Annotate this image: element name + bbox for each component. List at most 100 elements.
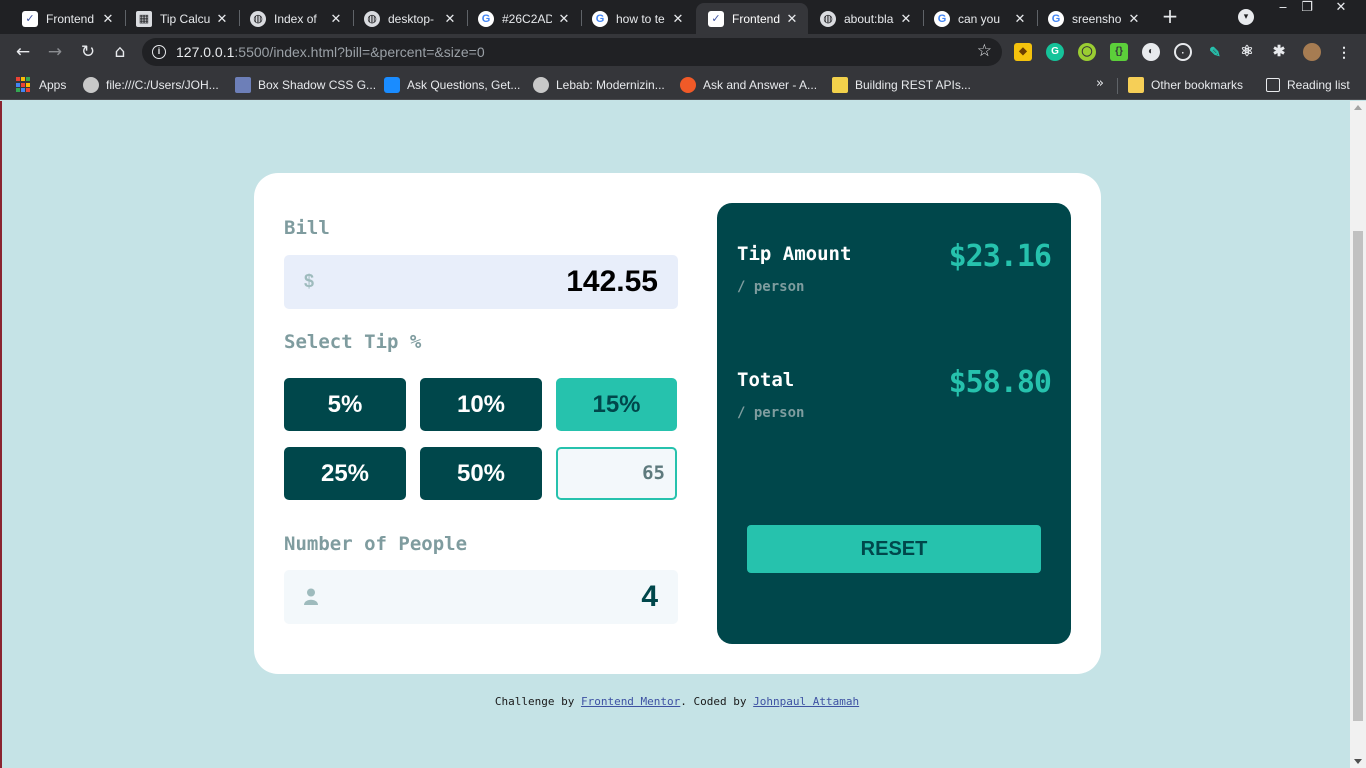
- grammarly-icon[interactable]: G: [1046, 43, 1064, 61]
- scrollbar-thumb[interactable]: [1353, 231, 1363, 721]
- total-label: Total: [737, 369, 795, 391]
- tab-index-of[interactable]: ◍ Index of ✕: [238, 3, 352, 34]
- tab-title: can you: [958, 11, 1001, 26]
- people-input[interactable]: 4: [284, 570, 678, 624]
- attribution: Challenge by Frontend Mentor. Coded by J…: [2, 695, 1352, 708]
- close-icon[interactable]: ✕: [898, 11, 914, 27]
- menu-kebab-icon[interactable]: ⋮: [1335, 43, 1353, 61]
- close-icon[interactable]: ✕: [1012, 11, 1028, 27]
- calculator-card: Bill $ 142.55 Select Tip % 5% 10% 15% 25…: [254, 173, 1101, 674]
- color-picker-icon[interactable]: ✎: [1206, 43, 1224, 61]
- tip-button-25[interactable]: 25%: [284, 447, 406, 500]
- select-tip-label: Select Tip %: [284, 331, 422, 353]
- address-bar[interactable]: i 127.0.0.1:5500/index.html?bill=&percen…: [142, 38, 1002, 66]
- forward-icon[interactable]: →: [43, 40, 67, 64]
- bookmark-star-icon[interactable]: ☆: [977, 41, 992, 61]
- bookmark-ask-questions[interactable]: Ask Questions, Get...: [384, 76, 520, 94]
- tab-title: sreensho: [1072, 11, 1122, 26]
- bookmark-ask-answer[interactable]: Ask and Answer - A...: [680, 76, 817, 94]
- tab-color-search[interactable]: G #26C2AD ✕: [466, 3, 580, 34]
- more-bookmarks-icon[interactable]: »: [1096, 76, 1104, 91]
- profile-avatar[interactable]: [1303, 43, 1321, 61]
- tab-title: Index of: [274, 11, 317, 26]
- new-tab-icon[interactable]: +: [1160, 6, 1180, 26]
- scroll-up-arrow-icon[interactable]: [1354, 105, 1362, 110]
- tab-title: Frontend: [46, 11, 95, 26]
- tab-desktop[interactable]: ◍ desktop- ✕: [352, 3, 466, 34]
- window-close-icon[interactable]: ✕: [1326, 0, 1356, 18]
- total-value: $58.80: [948, 365, 1052, 400]
- bookmark-other[interactable]: Other bookmarks: [1128, 76, 1243, 94]
- extensions-puzzle-icon[interactable]: ✱: [1270, 43, 1288, 61]
- attribution-prefix: Challenge by: [494, 695, 581, 708]
- address-url[interactable]: 127.0.0.1:5500/index.html?bill=&percent=…: [176, 44, 485, 60]
- tab-search-icon[interactable]: ▾: [1238, 9, 1254, 25]
- scroll-down-arrow-icon[interactable]: [1354, 759, 1362, 764]
- bookmark-rest-apis[interactable]: Building REST APIs...: [832, 76, 971, 94]
- json-viewer-icon[interactable]: {}: [1110, 43, 1128, 61]
- globe-icon: [533, 77, 549, 93]
- vertical-scrollbar[interactable]: [1350, 101, 1366, 768]
- tab-screenshot[interactable]: G sreensho ✕: [1036, 3, 1150, 34]
- author-link[interactable]: Johnpaul Attamah: [753, 695, 859, 708]
- close-icon[interactable]: ✕: [214, 11, 230, 27]
- bookmark-lebab[interactable]: Lebab: Modernizin...: [533, 76, 665, 94]
- tab-frontend-1[interactable]: ✓ Frontend ✕: [10, 3, 124, 34]
- tab-frontend-active[interactable]: ✓ Frontend ✕: [696, 3, 808, 34]
- people-label: Number of People: [284, 533, 468, 555]
- apps-grid-icon: [16, 77, 32, 93]
- bookmark-reading-list[interactable]: Reading list: [1266, 76, 1350, 94]
- site-info-icon[interactable]: i: [152, 45, 166, 59]
- bookmark-box-shadow[interactable]: Box Shadow CSS G...: [235, 76, 376, 94]
- close-icon[interactable]: ✕: [442, 11, 458, 27]
- bookmarks-bar: Apps file:///C:/Users/JOH... Box Shadow …: [0, 70, 1366, 100]
- tip-button-50[interactable]: 50%: [420, 447, 542, 500]
- tip-button-15[interactable]: 15%: [556, 378, 677, 431]
- tab-can-you[interactable]: G can you ✕: [922, 3, 1036, 34]
- tab-title: Tip Calcu: [160, 11, 210, 26]
- tab-tip-calculator[interactable]: ▦ Tip Calcu ✕: [124, 3, 238, 34]
- bill-value[interactable]: 142.55: [566, 265, 658, 299]
- total-per-person: / person: [737, 405, 805, 421]
- custom-tip-input[interactable]: 65: [556, 447, 677, 500]
- close-icon[interactable]: ✕: [100, 11, 116, 27]
- bookmark-label: Lebab: Modernizin...: [556, 78, 665, 92]
- extension-icon[interactable]: ◐: [1142, 43, 1160, 61]
- bookmark-apps[interactable]: Apps: [16, 76, 66, 94]
- people-value[interactable]: 4: [641, 580, 658, 614]
- bookmark-label: Other bookmarks: [1151, 78, 1244, 92]
- reset-button[interactable]: RESET: [747, 525, 1041, 573]
- tab-title: how to te: [616, 11, 665, 26]
- frontend-mentor-link[interactable]: Frontend Mentor: [581, 695, 680, 708]
- tab-about-blank[interactable]: ◍ about:bla ✕: [808, 3, 922, 34]
- reading-list-icon: [1266, 78, 1280, 92]
- close-icon[interactable]: ✕: [328, 11, 344, 27]
- bill-input[interactable]: $ 142.55: [284, 255, 678, 309]
- tip-button-5[interactable]: 5%: [284, 378, 406, 431]
- bookmark-label: Reading list: [1287, 78, 1350, 92]
- extension-icon[interactable]: ◆: [1014, 43, 1032, 61]
- bookmark-label: Ask and Answer - A...: [703, 78, 818, 92]
- react-devtools-icon[interactable]: ⚛: [1238, 43, 1256, 61]
- tab-how-to[interactable]: G how to te ✕: [580, 3, 694, 34]
- back-icon[interactable]: ←: [11, 40, 35, 64]
- tab-title: about:bla: [844, 11, 894, 26]
- close-icon[interactable]: ✕: [784, 11, 800, 27]
- extension-icon[interactable]: ·: [1174, 43, 1192, 61]
- bookmark-file[interactable]: file:///C:/Users/JOH...: [83, 76, 219, 94]
- close-icon[interactable]: ✕: [556, 11, 572, 27]
- reload-icon[interactable]: ↻: [76, 40, 100, 64]
- restore-icon[interactable]: ❐: [1292, 0, 1322, 18]
- globe-icon: ◍: [364, 10, 380, 27]
- globe-icon: ◍: [250, 10, 266, 27]
- close-icon[interactable]: ✕: [1126, 11, 1142, 27]
- globe-icon: ◍: [820, 10, 836, 27]
- tip-amount-label: Tip Amount: [737, 243, 852, 265]
- frontend-mentor-icon: ✓: [708, 10, 724, 27]
- result-panel: Tip Amount / person $23.16 Total / perso…: [717, 203, 1071, 644]
- close-icon[interactable]: ✕: [670, 11, 686, 27]
- home-icon[interactable]: ⌂: [108, 40, 132, 64]
- bookmark-label: Apps: [39, 78, 67, 92]
- tip-button-10[interactable]: 10%: [420, 378, 542, 431]
- extension-icon[interactable]: ◯: [1078, 43, 1096, 61]
